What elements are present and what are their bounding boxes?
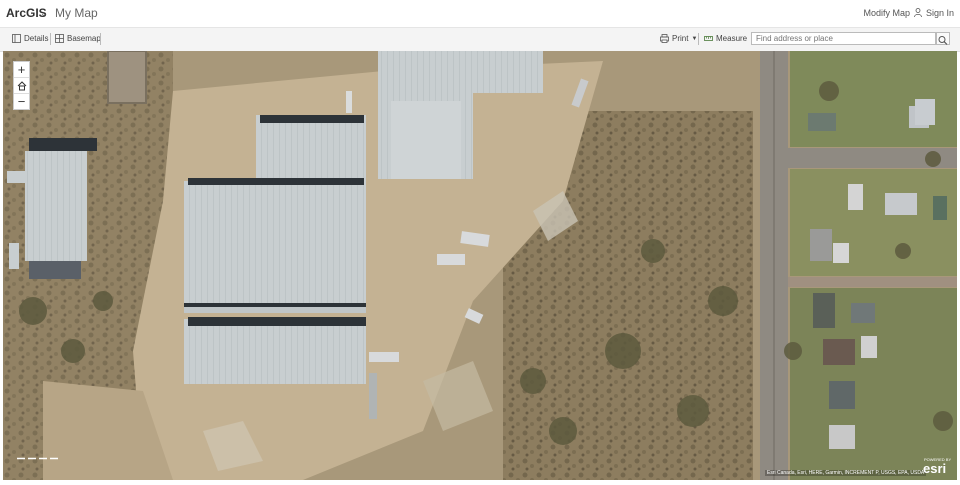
measure-label: Measure <box>716 34 748 43</box>
zoom-out-button[interactable]: − <box>14 94 29 109</box>
home-button[interactable] <box>14 78 29 94</box>
details-icon <box>12 34 21 43</box>
chevron-down-icon[interactable]: ⌄ <box>40 8 48 19</box>
search-button[interactable] <box>936 32 950 45</box>
search-input[interactable] <box>751 32 936 45</box>
printer-icon <box>660 34 669 43</box>
user-icon <box>914 8 922 17</box>
footer-strip <box>0 480 960 485</box>
toolbar: Details Basemap Print ▼ Measure <box>0 27 960 52</box>
details-label: Details <box>24 34 49 43</box>
zoom-in-button[interactable]: + <box>14 62 29 78</box>
aerial-imagery <box>3 51 957 480</box>
divider <box>698 33 699 45</box>
zoom-controls: + − <box>13 61 30 110</box>
details-button[interactable]: Details <box>12 34 48 43</box>
caret-down-icon: ▼ <box>691 35 698 42</box>
basemap-icon <box>55 34 64 43</box>
print-label: Print <box>672 34 689 43</box>
map-attribution[interactable]: Esri Canada, Esri, HERE, Garmin, INCREME… <box>765 470 927 476</box>
basemap-button[interactable]: Basemap <box>55 34 101 43</box>
home-icon <box>17 80 26 90</box>
esri-logo[interactable]: esri <box>923 461 946 476</box>
print-button[interactable]: Print ▼ <box>660 34 697 43</box>
modify-map-link[interactable]: Modify Map <box>863 8 910 18</box>
basemap-label: Basemap <box>67 34 101 43</box>
map-title: My Map <box>55 6 98 20</box>
divider <box>100 33 101 45</box>
app-header: ArcGIS ⌄ My Map Modify Map Sign In <box>0 0 960 27</box>
measure-button[interactable]: Measure <box>704 34 747 43</box>
measure-icon <box>704 36 713 41</box>
sign-in-link[interactable]: Sign In <box>914 8 954 18</box>
sign-in-label: Sign In <box>925 8 954 18</box>
map-view[interactable]: + − Esri Canada, Esri, HERE, Garmin, INC… <box>3 51 957 480</box>
divider <box>50 33 51 45</box>
scale-bar <box>17 457 59 460</box>
search-icon <box>938 36 948 45</box>
